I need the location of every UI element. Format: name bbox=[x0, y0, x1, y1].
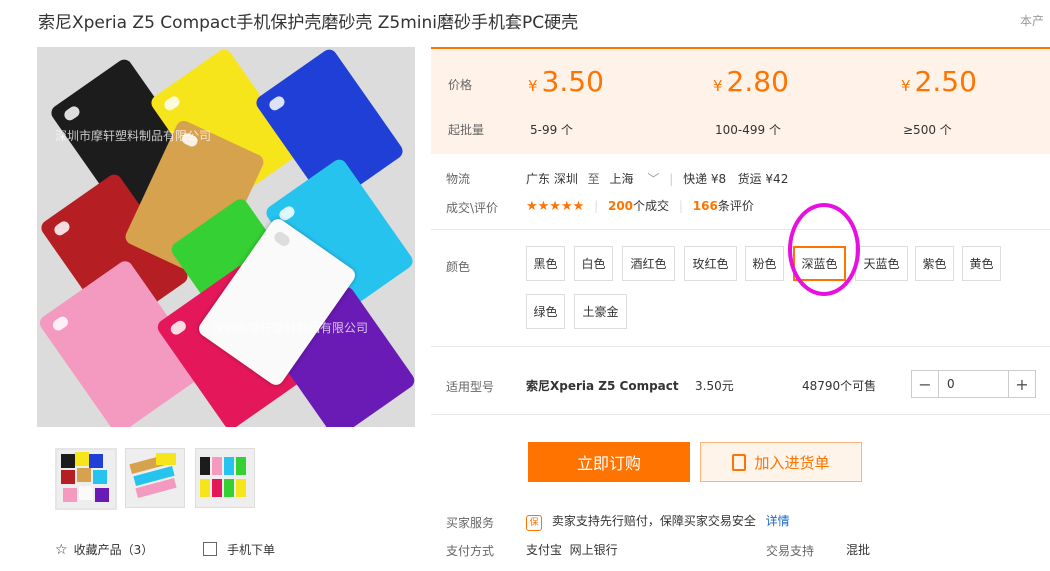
range-tier-3: ≥500 个 bbox=[903, 123, 952, 137]
payment-label: 支付方式 bbox=[446, 544, 495, 558]
thumbnail-1[interactable] bbox=[55, 448, 117, 510]
mobile-order-link[interactable]: 手机下单 bbox=[203, 541, 275, 558]
model-label: 适用型号 bbox=[446, 380, 495, 394]
trade-support-label: 交易支持 bbox=[766, 544, 815, 558]
service-label: 买家服务 bbox=[446, 516, 495, 530]
trade-support-value: 混批 bbox=[846, 543, 871, 557]
color-option-purple[interactable]: 紫色 bbox=[915, 246, 954, 281]
decrement-button[interactable]: − bbox=[912, 371, 938, 397]
price-tier-2: ¥2.80 bbox=[713, 65, 789, 98]
logistics-row: 广东 深圳 至 上海 ﹀ | 快递 ¥8 货运 ¥42 bbox=[526, 172, 789, 186]
add-to-cart-button[interactable]: 加入进货单 bbox=[700, 442, 862, 482]
color-option-green[interactable]: 绿色 bbox=[526, 294, 565, 329]
payment-methods: 支付宝 网上银行 bbox=[526, 543, 618, 557]
favorite-link[interactable]: ☆ 收藏产品（3） bbox=[55, 541, 153, 558]
top-right-link[interactable]: 本产 bbox=[1020, 12, 1044, 29]
details-link[interactable]: 详情 bbox=[766, 514, 790, 528]
price-tier-3: ¥2.50 bbox=[901, 65, 977, 98]
highlight-circle-annotation bbox=[788, 203, 860, 296]
chevron-down-icon: ﹀ bbox=[647, 172, 660, 186]
thumbnail-3[interactable] bbox=[195, 448, 255, 508]
color-option-gold[interactable]: 土豪金 bbox=[574, 294, 627, 329]
quantity-label: 起批量 bbox=[448, 123, 485, 137]
logistics-label: 物流 bbox=[446, 172, 471, 186]
service-row: 保 卖家支持先行赔付，保障买家交易安全 详情 bbox=[526, 512, 790, 531]
color-option-rose-red[interactable]: 玫红色 bbox=[684, 246, 737, 281]
color-option-sky-blue[interactable]: 天蓝色 bbox=[855, 246, 908, 281]
destination-select[interactable]: 上海 ﹀ bbox=[610, 172, 660, 186]
price-panel: 价格 起批量 ¥3.50 5-99 个 ¥2.80 100-499 个 ¥2.5… bbox=[431, 47, 1050, 154]
increment-button[interactable]: + bbox=[1009, 371, 1035, 397]
deals-label: 成交\评价 bbox=[446, 201, 499, 215]
range-tier-1: 5-99 个 bbox=[530, 123, 574, 137]
divider bbox=[431, 346, 1050, 347]
color-option-yellow[interactable]: 黄色 bbox=[962, 246, 1001, 281]
model-name: 索尼Xperia Z5 Compact bbox=[526, 379, 679, 393]
price-tier-1: ¥3.50 bbox=[528, 65, 604, 98]
qrcode-icon bbox=[203, 542, 217, 556]
color-label: 颜色 bbox=[446, 260, 471, 274]
star-outline-icon: ☆ bbox=[55, 542, 68, 558]
divider bbox=[431, 414, 1050, 415]
guarantee-icon: 保 bbox=[526, 515, 542, 531]
deals-row: ★★★★★ | 200个成交 | 166条评价 bbox=[526, 199, 754, 214]
color-option-wine-red[interactable]: 酒红色 bbox=[622, 246, 675, 281]
color-option-white[interactable]: 白色 bbox=[574, 246, 613, 281]
range-tier-2: 100-499 个 bbox=[715, 123, 781, 137]
divider bbox=[431, 229, 1050, 230]
product-main-image[interactable]: 深圳市摩轩塑料制品有限公司 深圳市摩轩塑料制品有限公司 bbox=[37, 47, 415, 427]
model-price: 3.50元 bbox=[695, 379, 734, 393]
deal-count[interactable]: 200个成交 bbox=[608, 199, 669, 213]
clipboard-icon bbox=[732, 453, 747, 471]
buy-now-button[interactable]: 立即订购 bbox=[528, 442, 690, 482]
color-option-black[interactable]: 黑色 bbox=[526, 246, 565, 281]
quantity-stepper: − 0 + bbox=[911, 370, 1036, 398]
watermark-top: 深圳市摩轩塑料制品有限公司 bbox=[55, 129, 212, 143]
product-title: 索尼Xperia Z5 Compact手机保护壳磨砂壳 Z5mini磨砂手机套P… bbox=[38, 13, 579, 33]
price-label: 价格 bbox=[448, 78, 473, 92]
thumbnail-2[interactable] bbox=[125, 448, 185, 508]
model-stock: 48790个可售 bbox=[802, 379, 877, 393]
color-option-pink[interactable]: 粉色 bbox=[745, 246, 784, 281]
rating-stars: ★★★★★ bbox=[526, 199, 585, 214]
review-count[interactable]: 166条评价 bbox=[693, 199, 754, 213]
watermark-bottom: 深圳市摩轩塑料制品有限公司 bbox=[212, 321, 369, 335]
quantity-input[interactable]: 0 bbox=[938, 371, 1009, 397]
